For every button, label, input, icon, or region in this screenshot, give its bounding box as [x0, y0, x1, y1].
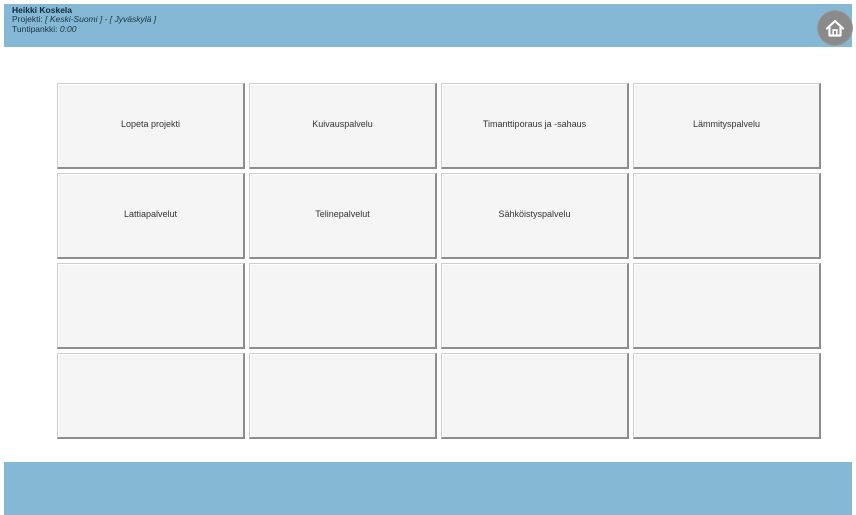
tile-sahkoistyspalvelu[interactable]: Sähköistyspalvelu	[441, 173, 629, 259]
home-button[interactable]	[818, 11, 852, 45]
tile-empty[interactable]	[57, 263, 245, 349]
tile-lammityspalvelu[interactable]: Lämmityspalvelu	[633, 83, 821, 169]
tile-lattiapalvelut[interactable]: Lattiapalvelut	[57, 173, 245, 259]
header-bar: Heikki Koskela Projekti: [ Keski-Suomi ]…	[4, 4, 852, 47]
tile-lopeta-projekti[interactable]: Lopeta projekti	[57, 83, 245, 169]
service-grid: Lopeta projekti Kuivauspalvelu Timanttip…	[57, 83, 823, 439]
footer-bar	[4, 462, 852, 515]
tile-empty[interactable]	[633, 353, 821, 439]
tile-empty[interactable]	[249, 263, 437, 349]
tile-empty[interactable]	[441, 263, 629, 349]
tile-timanttiporaus[interactable]: Timanttiporaus ja -sahaus	[441, 83, 629, 169]
tile-kuivauspalvelu[interactable]: Kuivauspalvelu	[249, 83, 437, 169]
tile-empty[interactable]	[633, 173, 821, 259]
tile-empty[interactable]	[633, 263, 821, 349]
tile-empty[interactable]	[441, 353, 629, 439]
tile-empty[interactable]	[57, 353, 245, 439]
tile-empty[interactable]	[249, 353, 437, 439]
hours-label: Tuntipankki:	[12, 23, 58, 34]
hours-value: 0:00	[59, 23, 77, 34]
header-info: Heikki Koskela Projekti: [ Keski-Suomi ]…	[12, 5, 156, 34]
home-icon	[825, 19, 845, 37]
tile-telinepalvelut[interactable]: Telinepalvelut	[249, 173, 437, 259]
hours-line: Tuntipankki: 0:00	[12, 23, 156, 34]
